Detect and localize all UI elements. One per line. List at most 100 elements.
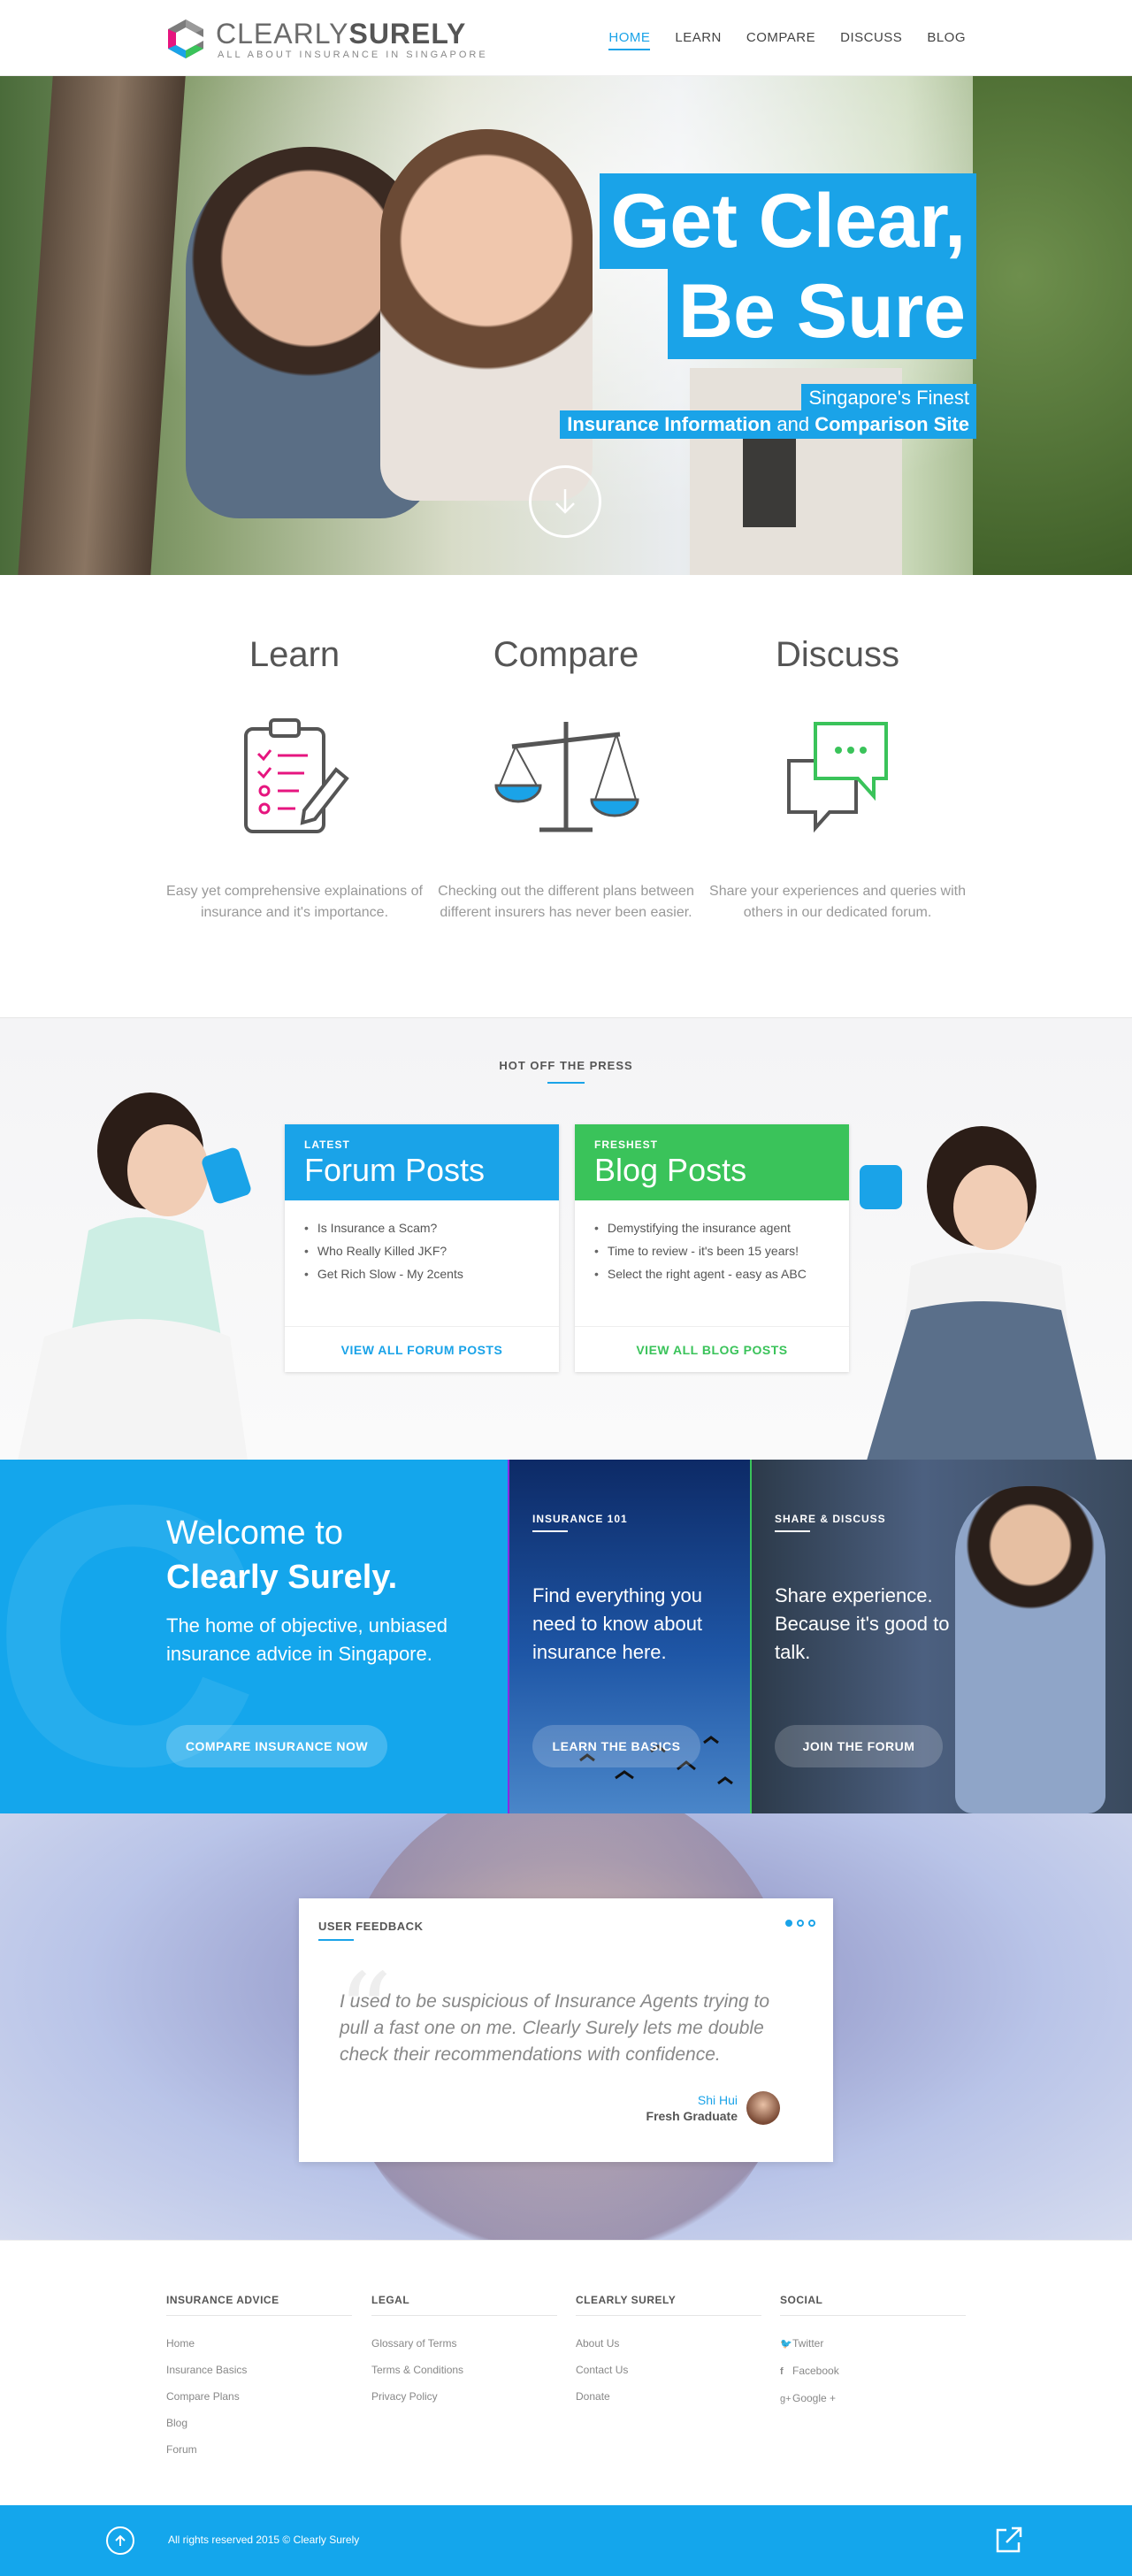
view-all-blog-posts-link[interactable]: VIEW ALL BLOG POSTS [575, 1326, 849, 1372]
features-section: Learn Easy yet comprehensive explainatio… [0, 575, 1132, 1017]
page: CLEARLYSURELY ALL ABOUT INSURANCE IN SIN… [0, 0, 1132, 2576]
nav-compare[interactable]: COMPARE [746, 30, 815, 50]
nav-blog[interactable]: BLOG [927, 30, 966, 50]
feedback-card: USER FEEDBACK “ I used to be suspicious … [299, 1898, 833, 2162]
nav-discuss[interactable]: DISCUSS [840, 30, 902, 50]
blog-post-item[interactable]: Select the right agent - easy as ABC [594, 1262, 830, 1285]
footer-link[interactable]: Home [166, 2330, 352, 2357]
footer-link[interactable]: Terms & Conditions [371, 2357, 557, 2383]
footer-col-insurance-advice: INSURANCE ADVICE Home Insurance Basics C… [166, 2294, 352, 2463]
blog-card-title: Blog Posts [594, 1152, 747, 1188]
nav-home[interactable]: HOME [608, 30, 651, 50]
blog-posts-card: FRESHEST Blog Posts Demystifying the ins… [575, 1124, 849, 1372]
arrow-down-circle-icon[interactable] [529, 465, 601, 538]
tile-underline [532, 1530, 568, 1532]
bottom-bar: All rights reserved 2015 © Clearly Surel… [0, 2505, 1132, 2576]
footer-link[interactable]: About Us [576, 2330, 761, 2357]
insurance-101-tile: INSURANCE 101 Find everything you need t… [508, 1460, 750, 1813]
footer-col-clearly-surely: CLEARLY SURELY About Us Contact Us Donat… [576, 2294, 761, 2410]
chat-bubbles-icon [709, 715, 966, 847]
footer-col-title: SOCIAL [780, 2294, 966, 2316]
feature-discuss[interactable]: Discuss Share your experiences and queri… [709, 635, 966, 924]
logo[interactable]: CLEARLYSURELY ALL ABOUT INSURANCE IN SIN… [166, 18, 486, 64]
feature-title: Compare [493, 635, 639, 674]
footer-link[interactable]: Privacy Policy [371, 2383, 557, 2410]
hero-headline-1: Get Clear, [600, 173, 976, 269]
footer-link-twitter[interactable]: 🐦Twitter [780, 2330, 966, 2358]
press-title: HOT OFF THE PRESS [499, 1059, 633, 1072]
forum-card-tag: LATEST [304, 1138, 350, 1151]
footer-col-title: LEGAL [371, 2294, 557, 2316]
blog-post-item[interactable]: Demystifying the insurance agent [594, 1216, 830, 1239]
footer-link[interactable]: Insurance Basics [166, 2357, 352, 2383]
top-nav: CLEARLYSURELY ALL ABOUT INSURANCE IN SIN… [0, 0, 1132, 76]
hero-banner: Get Clear, Be Sure Singapore's Finest In… [0, 76, 1132, 575]
press-section: HOT OFF THE PRESS LATEST Forum Posts Is … [0, 1017, 1132, 1460]
forum-post-item[interactable]: Get Rich Slow - My 2cents [304, 1262, 539, 1285]
tile-tag: INSURANCE 101 [532, 1513, 628, 1525]
tile-text: Find everything you need to know about i… [532, 1584, 703, 1663]
compare-insurance-button[interactable]: COMPARE INSURANCE NOW [166, 1725, 387, 1767]
copyright-text: All rights reserved 2015 © Clearly Surel… [168, 2534, 360, 2546]
footer-link-facebook[interactable]: f Facebook [780, 2358, 966, 2385]
blog-post-list: Demystifying the insurance agent Time to… [575, 1200, 849, 1326]
footer-col-legal: LEGAL Glossary of Terms Terms & Conditio… [371, 2294, 557, 2410]
forum-card-title: Forum Posts [304, 1152, 486, 1188]
footer-col-title: CLEARLY SURELY [576, 2294, 761, 2316]
external-link-icon[interactable] [994, 2525, 1024, 2555]
footer: INSURANCE ADVICE Home Insurance Basics C… [0, 2240, 1132, 2505]
press-underline [547, 1082, 585, 1084]
feedback-quote: I used to be suspicious of Insurance Age… [340, 1991, 770, 2065]
hero-headline-2: Be Sure [667, 264, 976, 359]
forum-post-item[interactable]: Is Insurance a Scam? [304, 1216, 539, 1239]
footer-col-social: SOCIAL 🐦Twitter f Facebook g+Google + [780, 2294, 966, 2412]
feature-title: Learn [249, 635, 340, 674]
feature-compare[interactable]: Compare Checking out the different plans… [438, 635, 694, 924]
forum-card-header: LATEST Forum Posts [285, 1124, 559, 1200]
tile-underline [775, 1530, 810, 1532]
feedback-title: USER FEEDBACK [318, 1920, 424, 1933]
footer-link[interactable]: Blog [166, 2410, 352, 2436]
footer-link[interactable]: Forum [166, 2436, 352, 2463]
logo-wordmark: CLEARLYSURELY [216, 18, 467, 50]
girl-listening-photo [860, 1126, 1097, 1460]
hero-woman-photo [380, 129, 593, 501]
view-all-forum-posts-link[interactable]: VIEW ALL FORUM POSTS [285, 1326, 559, 1372]
learn-the-basics-button[interactable]: LEARN THE BASICS [532, 1725, 700, 1767]
footer-link[interactable]: Contact Us [576, 2357, 761, 2383]
carousel-dot[interactable] [797, 1920, 804, 1927]
forum-posts-card: LATEST Forum Posts Is Insurance a Scam? … [285, 1124, 559, 1372]
clipboard-checklist-icon [166, 715, 423, 847]
blog-card-tag: FRESHEST [594, 1138, 659, 1151]
twitter-icon: 🐦 [780, 2339, 792, 2350]
blog-card-header: FRESHEST Blog Posts [575, 1124, 849, 1200]
carousel-dot[interactable] [785, 1920, 792, 1927]
hero-hedge [973, 76, 1132, 575]
forum-post-item[interactable]: Who Really Killed JKF? [304, 1239, 539, 1262]
join-the-forum-button[interactable]: JOIN THE FORUM [775, 1725, 943, 1767]
facebook-icon: f [780, 2366, 784, 2377]
footer-col-title: INSURANCE ADVICE [166, 2294, 352, 2316]
avatar [746, 2091, 780, 2125]
feature-learn[interactable]: Learn Easy yet comprehensive explainatio… [166, 635, 423, 924]
share-discuss-tile: SHARE & DISCUSS Share experience. Becaus… [750, 1460, 1132, 1813]
footer-link[interactable]: Compare Plans [166, 2383, 352, 2410]
back-to-top-icon[interactable] [106, 2526, 134, 2555]
reviewer-name: Shi Hui [697, 2093, 738, 2107]
tile-tag: SHARE & DISCUSS [775, 1513, 886, 1525]
carousel-dot[interactable] [808, 1920, 815, 1927]
welcome-title: Welcome to Clearly Surely. [166, 1514, 398, 1596]
hero-subtitle-1: Singapore's Finest [801, 384, 976, 412]
footer-link[interactable]: Glossary of Terms [371, 2330, 557, 2357]
feature-title: Discuss [775, 635, 900, 674]
hero-subtitle-2: Insurance Information and Comparison Sit… [560, 410, 976, 439]
footer-link[interactable]: Donate [576, 2383, 761, 2410]
tile-text: Share experience. Because it's good to t… [775, 1584, 950, 1663]
blog-post-item[interactable]: Time to review - it's been 15 years! [594, 1239, 830, 1262]
nav-learn[interactable]: LEARN [675, 30, 722, 50]
girl-with-can-photo [18, 1092, 251, 1460]
footer-link-google-plus[interactable]: g+Google + [780, 2385, 966, 2412]
balance-scale-icon [438, 715, 694, 847]
logo-cube-icon [168, 19, 203, 58]
feedback-section: USER FEEDBACK “ I used to be suspicious … [0, 1813, 1132, 2240]
